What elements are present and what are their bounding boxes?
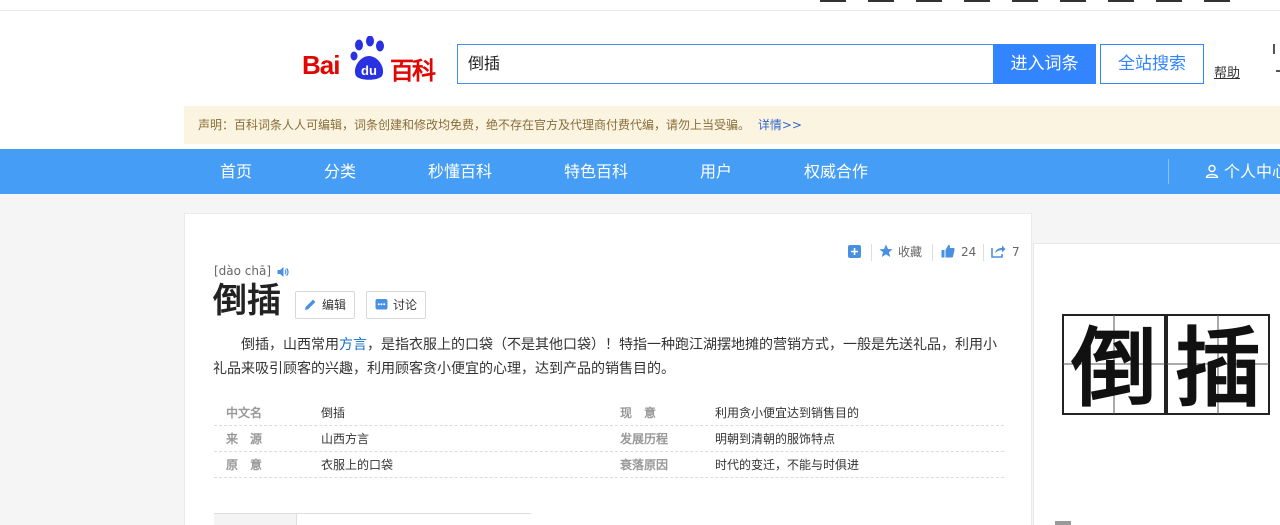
site-search-button[interactable]: 全站搜索 — [1100, 44, 1204, 84]
share-icon — [991, 245, 1006, 258]
info-key: 原 意 — [226, 458, 263, 472]
toolbar-divider — [932, 244, 933, 261]
info-value: 衣服上的口袋 — [321, 458, 394, 472]
top-dash — [1012, 0, 1038, 2]
nav-item-videos[interactable]: 秒懂百科 — [428, 149, 492, 194]
like-count: 24 — [961, 245, 977, 259]
info-value: 倒插 — [321, 406, 346, 420]
notice-text: 声明：百科词条人人可编辑，词条创建和修改均免费，绝不存在官方及代理商付费代编，请… — [198, 118, 751, 132]
top-dash — [1108, 0, 1134, 2]
favorite-button[interactable]: 收藏 — [879, 243, 922, 261]
dialect-link[interactable]: 方言 — [339, 337, 367, 353]
nav-item-partners[interactable]: 权威合作 — [804, 149, 868, 194]
notice-more-link[interactable]: 详情>> — [758, 118, 802, 132]
top-dash — [820, 0, 846, 2]
thumbs-up-icon — [941, 244, 955, 258]
info-key: 衰落原因 — [620, 458, 669, 472]
paw-icon: du — [350, 36, 384, 80]
info-value: 明朝到清朝的服饰特点 — [715, 432, 836, 446]
share-button[interactable]: 7 — [991, 243, 1020, 261]
speaker-icon[interactable] — [277, 266, 289, 278]
enter-entry-button[interactable]: 进入词条 — [993, 44, 1096, 84]
info-row: 原 意 衣服上的口袋 衰落原因 时代的变迁，不能与时俱进 — [214, 452, 1004, 478]
disclaimer-notice: 声明：百科词条人人可编辑，词条创建和修改均免费，绝不存在官方及代理商付费代编，请… — [184, 106, 1280, 144]
catalog-tabs — [214, 513, 531, 525]
catalog-tab[interactable] — [214, 514, 297, 525]
info-key: 发展历程 — [620, 432, 669, 446]
comment-icon — [375, 299, 388, 310]
like-button[interactable]: 24 — [941, 243, 976, 261]
summary-text: 倒插，山西常用 — [241, 337, 339, 353]
summary-paragraph: 倒插，山西常用方言，是指衣服上的口袋（不是其他口袋）！特指一种跑江湖摆地摊的营销… — [213, 333, 1005, 381]
nav-item-category[interactable]: 分类 — [324, 149, 356, 194]
page-title: 倒插 — [213, 281, 281, 321]
discuss-label: 讨论 — [393, 298, 418, 312]
side-panel-mark — [1055, 521, 1071, 525]
edit-label: 编辑 — [322, 298, 347, 312]
info-row: 来 源 山西方言 发展历程 明朝到清朝的服饰特点 — [214, 426, 1004, 452]
discuss-button[interactable]: 讨论 — [366, 291, 427, 319]
help-link[interactable]: 帮助 — [1214, 62, 1240, 81]
search-input[interactable]: 倒插 — [457, 44, 993, 84]
image-char-2: 插 — [1175, 319, 1261, 415]
info-value: 时代的变迁，不能与时俱进 — [715, 458, 860, 472]
baidu-baike-logo[interactable]: Bai du 百科 — [300, 36, 440, 85]
logo-bai: Bai — [302, 50, 340, 80]
top-dash — [868, 0, 894, 2]
add-icon[interactable] — [848, 245, 861, 258]
info-value: 山西方言 — [321, 432, 370, 446]
top-dash — [1204, 0, 1230, 2]
info-table: 中文名 倒插 现 意 利用贪小便宜达到销售目的 来 源 山西方言 发展历程 明朝… — [214, 400, 1004, 478]
info-key: 来 源 — [226, 432, 263, 446]
nav-item-home[interactable]: 首页 — [220, 149, 252, 194]
top-strip — [0, 0, 1280, 11]
info-key: 中文名 — [226, 406, 263, 420]
top-dash — [916, 0, 942, 2]
nav-item-users[interactable]: 用户 — [700, 149, 732, 194]
info-value: 利用贪小便宜达到销售目的 — [715, 406, 860, 420]
share-count: 7 — [1012, 245, 1020, 259]
logo-du: du — [361, 63, 377, 78]
user-center-link[interactable]: 个人中心 — [1205, 149, 1280, 194]
edit-button[interactable]: 编辑 — [295, 291, 356, 319]
toolbar-divider — [871, 244, 872, 261]
toolbar-divider — [983, 244, 984, 261]
top-dash — [964, 0, 990, 2]
top-dash — [1060, 0, 1086, 2]
image-char-1: 倒 — [1070, 319, 1157, 415]
favorite-label: 收藏 — [898, 245, 923, 259]
top-dash — [1156, 0, 1182, 2]
edge-glyph — [1273, 44, 1275, 54]
star-icon — [879, 244, 893, 257]
nav-item-featured[interactable]: 特色百科 — [564, 149, 628, 194]
entry-character-image[interactable]: 倒 插 — [1062, 314, 1270, 415]
info-key: 现 意 — [620, 406, 657, 420]
pinyin: [dào chā] — [214, 264, 272, 278]
user-icon — [1205, 164, 1219, 178]
nav-divider — [1168, 159, 1169, 184]
logo-baike: 百科 — [390, 57, 436, 85]
user-center-label: 个人中心 — [1224, 162, 1280, 181]
edge-glyph — [1276, 70, 1280, 72]
info-row: 中文名 倒插 现 意 利用贪小便宜达到销售目的 — [214, 400, 1004, 426]
pencil-icon — [305, 299, 316, 310]
main-nav: 首页 分类 秒懂百科 特色百科 用户 权威合作 个人中心 — [0, 149, 1280, 194]
